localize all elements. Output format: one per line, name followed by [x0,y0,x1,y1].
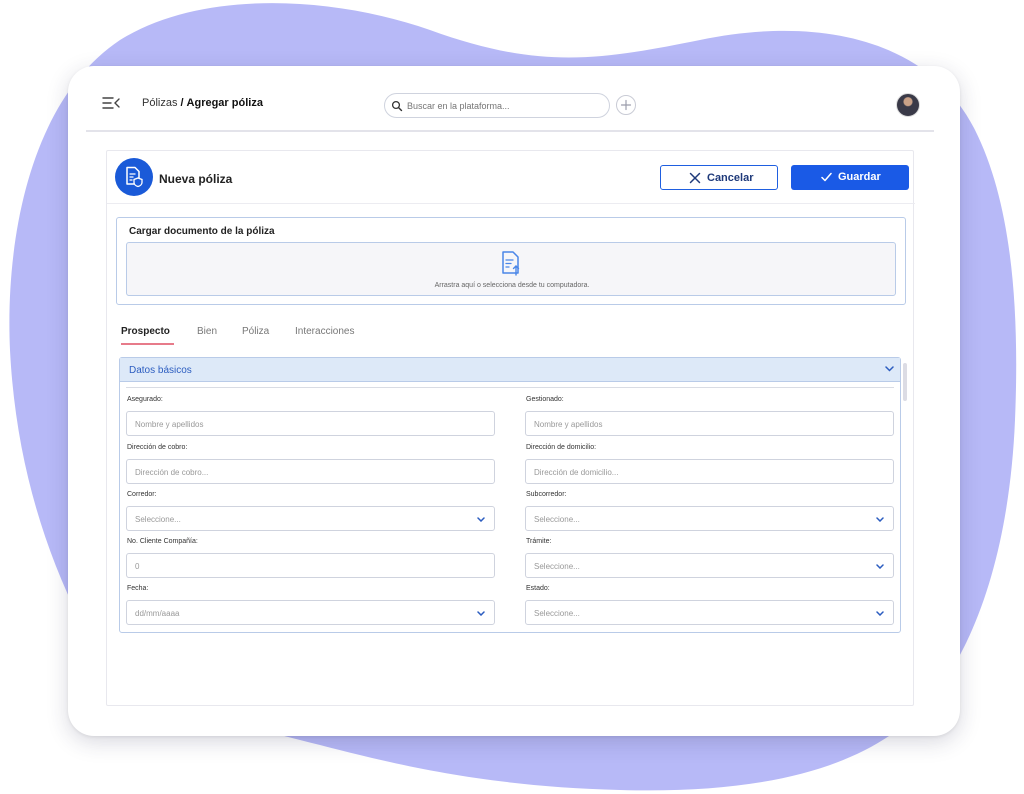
managed-input[interactable]: Nombre y apellidos [525,411,894,436]
breadcrumb-current: Agregar póliza [186,97,263,109]
managed-placeholder: Nombre y apellidos [534,420,603,429]
broker-placeholder: Seleccione... [135,515,181,524]
upload-section: Cargar documento de la póliza Arrastra a… [116,217,906,305]
stage: Pólizas / Agregar póliza Buscar en la pl… [0,0,1024,794]
billing-address-placeholder: Dirección de cobro... [135,468,209,477]
cancel-button-label: Cancelar [707,172,754,184]
tab-bar: Prospecto Bien Póliza Interacciones [121,326,521,346]
status-select[interactable]: Seleccione... [525,600,894,625]
upload-document-icon [502,251,520,276]
save-button[interactable]: Guardar [791,165,909,190]
file-dropzone[interactable]: Arrastra aquí o selecciona desde tu comp… [126,242,896,296]
home-address-label: Dirección de domicilio: [526,444,597,451]
page-title: Nueva póliza [159,172,233,186]
add-icon[interactable] [616,95,636,115]
search-icon [391,100,403,112]
chevron-down-icon [477,517,485,522]
close-icon [689,172,701,184]
new-policy-panel: Nueva póliza Cancelar Guardar Cargar doc… [106,150,915,706]
section-title: Datos básicos [129,365,192,376]
search-input[interactable] [407,97,603,115]
breadcrumb-parent[interactable]: Pólizas [142,97,177,109]
insured-placeholder: Nombre y apellidos [135,420,204,429]
top-bar: Pólizas / Agregar póliza [86,90,934,132]
tab-poliza[interactable]: Póliza [242,326,269,337]
status-label: Estado: [526,585,550,592]
app-window: Pólizas / Agregar póliza Buscar en la pl… [68,66,960,736]
chevron-down-icon[interactable] [885,366,894,372]
policy-document-icon [115,158,153,196]
basic-data-section: Datos básicos Asegurado: Nombre y apelli… [119,357,901,633]
tab-bien[interactable]: Bien [197,326,217,337]
tab-prospecto[interactable]: Prospecto [121,326,170,337]
procedure-placeholder: Seleccione... [534,562,580,571]
avatar[interactable] [896,93,920,117]
status-placeholder: Seleccione... [534,609,580,618]
insured-label: Asegurado: [127,396,163,403]
date-placeholder: dd/mm/aaaa [135,609,180,618]
chevron-down-icon [876,564,884,569]
menu-collapse-icon[interactable] [102,96,120,110]
check-icon [821,172,832,182]
sub-broker-select[interactable]: Seleccione... [525,506,894,531]
procedure-label: Trámite: [526,538,552,545]
save-button-label: Guardar [838,171,881,183]
search-box[interactable] [384,93,610,118]
client-number-input[interactable]: 0 [126,553,495,578]
procedure-select[interactable]: Seleccione... [525,553,894,578]
home-address-input[interactable]: Dirección de domicilio... [525,459,894,484]
chevron-down-icon [477,611,485,616]
chevron-down-icon [876,611,884,616]
billing-address-input[interactable]: Dirección de cobro... [126,459,495,484]
dropzone-hint: Arrastra aquí o selecciona desde tu comp… [434,282,590,289]
tab-interacciones[interactable]: Interacciones [295,326,354,337]
breadcrumb-separator: / [180,97,184,109]
date-input[interactable]: dd/mm/aaaa [126,600,495,625]
scrollbar[interactable] [903,363,907,401]
billing-address-label: Dirección de cobro: [127,444,188,451]
date-label: Fecha: [127,585,149,592]
client-number-placeholder: 0 [135,562,140,571]
active-tab-indicator [121,343,174,345]
upload-title: Cargar documento de la póliza [129,226,275,237]
insured-input[interactable]: Nombre y apellidos [126,411,495,436]
sub-broker-placeholder: Seleccione... [534,515,580,524]
client-number-label: No. Cliente Compañía: [127,538,198,545]
managed-label: Gestionado: [526,396,564,403]
chevron-down-icon [876,517,884,522]
section-header[interactable]: Datos básicos [120,358,900,382]
broker-select[interactable]: Seleccione... [126,506,495,531]
divider [126,387,894,388]
cancel-button[interactable]: Cancelar [660,165,778,190]
broker-label: Corredor: [127,491,157,498]
home-address-placeholder: Dirección de domicilio... [534,468,619,477]
divider [107,203,915,204]
breadcrumb: Pólizas / Agregar póliza [142,97,263,109]
sub-broker-label: Subcorredor: [526,491,567,498]
